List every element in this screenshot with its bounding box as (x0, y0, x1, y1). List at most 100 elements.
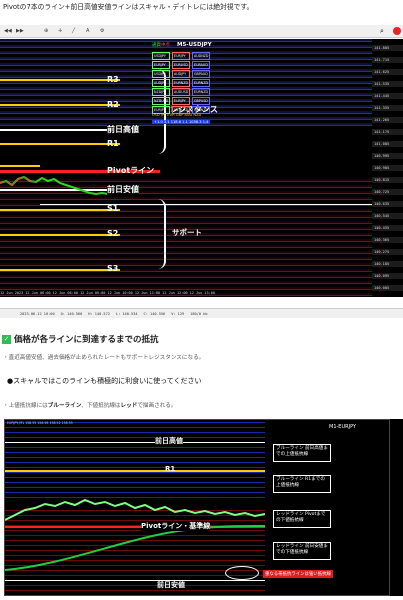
chart2-symbol: M1-EURJPY (329, 424, 357, 430)
check-icon: ✓ (2, 334, 11, 344)
status-high: H: 140.572 (88, 311, 110, 316)
chart2-status: EURJPY,M1 158.55 158.56 158.52 158.55 (7, 421, 73, 425)
s1-label: S1 (107, 204, 119, 213)
chart2-prev-high-label: 前日高値 (155, 436, 183, 446)
yellow-ma-line (0, 165, 40, 167)
r2-label: R2 (107, 100, 119, 109)
search-icon[interactable]: ⌕ (380, 27, 384, 36)
section-title: 価格が各ラインに到達するまでの抵抗 (14, 335, 159, 345)
note-blue-r1: ブルーライン R1までの上値抵抗線 (273, 475, 331, 493)
status-volume: V: 129 (171, 311, 185, 316)
price-tick: 141.445 (372, 93, 403, 99)
status-open: O: 140.560 (60, 311, 83, 316)
right-arrow-icon[interactable]: ▶▶ (16, 28, 24, 34)
pair-cell[interactable]: GBPAUD (192, 70, 210, 78)
status-traffic: 180/0 kb (190, 311, 208, 316)
chart1-panel[interactable]: R3 R2 前日高値 R1 Pivotライン 前日安値 S1 S2 S3 レジス… (0, 39, 372, 297)
price-tick: 141.265 (372, 117, 403, 123)
note-red-pivot-text: レッドライン Pivotまでの下値抵抗線 (276, 512, 326, 523)
price-tick: 140.635 (372, 201, 403, 207)
pair-cell[interactable]: EURJPY (172, 52, 190, 60)
price-tick: 140.995 (372, 153, 403, 159)
section-heading: ✓ 価格が各ラインに到達するまでの抵抗 (2, 333, 159, 345)
pair-cell[interactable]: NZDJPY (152, 88, 170, 96)
red-note: 重なる帯抵抗ラインは強い抵抗線 (263, 570, 333, 578)
pair-cell[interactable]: EURNZD (172, 79, 190, 87)
price-tick: 140.185 (372, 261, 403, 267)
s3-label: S3 (107, 264, 119, 273)
trendline-icon[interactable]: ╱ (72, 28, 75, 34)
s3-line (0, 269, 120, 271)
pair-grid: USDJPY EURJPY AUDNZD EURJPY EURUSD EURAU… (152, 52, 212, 114)
note-blue-prev-high-text: ブルーライン 前日高値までの上値抵抗線 (276, 446, 328, 457)
candlestick-series (0, 169, 110, 204)
prev-low-label: 前日安値 (107, 184, 139, 195)
price-tick: 141.355 (372, 105, 403, 111)
section-body-2: ・上値抵抗線にはブルーライン、下値抵抗線はレッドで描画される。 (3, 401, 176, 409)
r3-line (0, 79, 120, 81)
price-tick: 141.715 (372, 57, 403, 63)
price-tick: 141.535 (372, 81, 403, 87)
price-tick: 141.805 (372, 45, 403, 51)
chart2-prev-low-line (5, 580, 265, 581)
price-tick: 140.815 (372, 177, 403, 183)
pair-cell[interactable]: EURNZD (192, 88, 210, 96)
chart2-price-axis (390, 419, 403, 596)
band-ellipse (225, 566, 259, 580)
chart2-pivot-label: Pivotライン・基準線 (141, 521, 211, 531)
price-tick: 140.365 (372, 237, 403, 243)
panel-title-b: 中点 (161, 43, 170, 48)
pair-cell[interactable]: EURJPY (172, 97, 190, 105)
pair-cell[interactable]: AUDJPY (172, 70, 190, 78)
chart2-panel[interactable]: 前日高値 R1 Pivotライン・基準線 前日安値 M1-EURJPY EURJ… (4, 419, 390, 596)
price-tick: 140.275 (372, 249, 403, 255)
toolbar: ◀◀ ▶▶ ⊕ ✛ ╱ A ⚙ ⌕ (0, 25, 403, 38)
alert-icon[interactable] (393, 27, 401, 35)
pair-cell[interactable]: AUDJPY (152, 79, 170, 87)
pivot-label: Pivotライン (107, 166, 155, 175)
note-blue-r1-text: ブルーライン R1までの上値抵抗線 (276, 477, 325, 488)
pair-cell[interactable]: USDJPY (152, 52, 170, 60)
currency-values: +1.0 3.1 118.6 1.1 1058.3 1.4 (152, 120, 211, 124)
s1-line (0, 209, 120, 211)
note-red-prev-low: レッドライン 前日安値までの下値抵抗線 (273, 542, 331, 560)
pair-cell[interactable]: AUDUSD (172, 88, 190, 96)
r2-line (0, 104, 120, 106)
crosshair-icon[interactable]: ✛ (58, 28, 62, 34)
status-close: C: 140.556 (143, 311, 166, 316)
pair-cell[interactable]: EURJPY (152, 61, 170, 69)
price-tick: 141.085 (372, 141, 403, 147)
chart2-r1-label: R1 (165, 465, 176, 473)
s2-label: S2 (107, 229, 119, 238)
pair-cell[interactable]: EURNZD (192, 79, 210, 87)
section-bullet: ●スキャルではこのラインも積極的に利食いに使ってください (7, 377, 202, 385)
pair-cell[interactable]: EURAUD (192, 61, 210, 69)
pair-cell[interactable]: GBPUSD (192, 97, 210, 105)
price-tick: 141.625 (372, 69, 403, 75)
body2-mid: 、下値抵抗線は (81, 403, 121, 409)
prev-high-line (0, 129, 120, 131)
pair-cell[interactable]: AUDNZD (192, 52, 210, 60)
pair-cell[interactable]: EURUSD (172, 61, 190, 69)
body2-pre: ・上値抵抗線には (3, 403, 48, 409)
price-tick: 140.905 (372, 165, 403, 171)
panel-title-a: 通貨 (152, 43, 161, 48)
chart2-prev-low-label: 前日安値 (157, 581, 185, 589)
prev-high-label: 前日高値 (107, 124, 139, 135)
pair-cell[interactable]: NZDUSD (152, 97, 170, 105)
left-arrow-icon[interactable]: ◀◀ (4, 28, 12, 34)
settings-icon[interactable]: ⚙ (100, 28, 104, 34)
time-axis: 12 Jun 2023 12 Jun 06:00 12 Jun 08:00 12… (0, 291, 215, 295)
zoom-in-icon[interactable]: ⊕ (44, 28, 48, 34)
pair-cell[interactable]: USDJPY (152, 70, 170, 78)
status-date: 2023.06.12 10:00 (20, 311, 55, 316)
chart2-price-series (5, 498, 265, 571)
body2-red: レッド (120, 403, 138, 409)
r3-label: R3 (107, 75, 119, 84)
price-tick: 140.725 (372, 189, 403, 195)
status-bar: 2023.06.12 10:00 O: 140.560 H: 140.572 L… (0, 308, 403, 318)
text-icon[interactable]: A (86, 28, 89, 34)
r1-line (0, 143, 120, 145)
section-body-1: ・直近高値安値、過去価格が止められたレートもサポートレジスタンスになる。 (3, 355, 205, 361)
price-tick: 140.455 (372, 225, 403, 231)
